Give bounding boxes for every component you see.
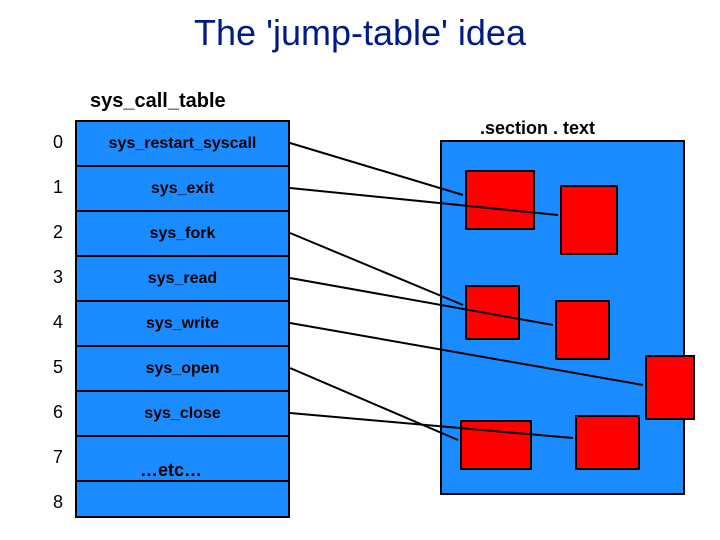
jump-row-0: sys_restart_syscall xyxy=(77,122,288,167)
code-block-0 xyxy=(465,170,535,230)
code-block-1 xyxy=(560,185,618,255)
code-block-5 xyxy=(460,420,532,470)
slide-title: The 'jump-table' idea xyxy=(0,12,720,54)
connector-0 xyxy=(290,143,463,195)
jump-row-3: sys_read xyxy=(77,257,288,302)
jump-row-1: sys_exit xyxy=(77,167,288,212)
row-index-7: 7 xyxy=(48,447,68,468)
jump-row-5: sys_open xyxy=(77,347,288,392)
code-block-2 xyxy=(465,285,520,340)
row-index-6: 6 xyxy=(48,402,68,423)
code-block-6 xyxy=(575,415,640,470)
table-header-label: sys_call_table xyxy=(90,90,226,113)
jump-row-8 xyxy=(77,482,288,516)
row-index-0: 0 xyxy=(48,132,68,153)
jump-table: sys_restart_syscall sys_exit sys_fork sy… xyxy=(75,120,290,518)
code-block-4 xyxy=(645,355,695,420)
jump-row-2: sys_fork xyxy=(77,212,288,257)
section-text-label: .section . text xyxy=(480,118,595,139)
jump-row-6: sys_close xyxy=(77,392,288,437)
connector-2 xyxy=(290,233,463,305)
row-index-8: 8 xyxy=(48,492,68,513)
code-block-3 xyxy=(555,300,610,360)
row-index-1: 1 xyxy=(48,177,68,198)
row-index-4: 4 xyxy=(48,312,68,333)
connector-5 xyxy=(290,368,458,440)
row-index-2: 2 xyxy=(48,222,68,243)
row-index-3: 3 xyxy=(48,267,68,288)
jump-row-4: sys_write xyxy=(77,302,288,347)
etc-label: …etc… xyxy=(140,460,202,481)
row-index-5: 5 xyxy=(48,357,68,378)
